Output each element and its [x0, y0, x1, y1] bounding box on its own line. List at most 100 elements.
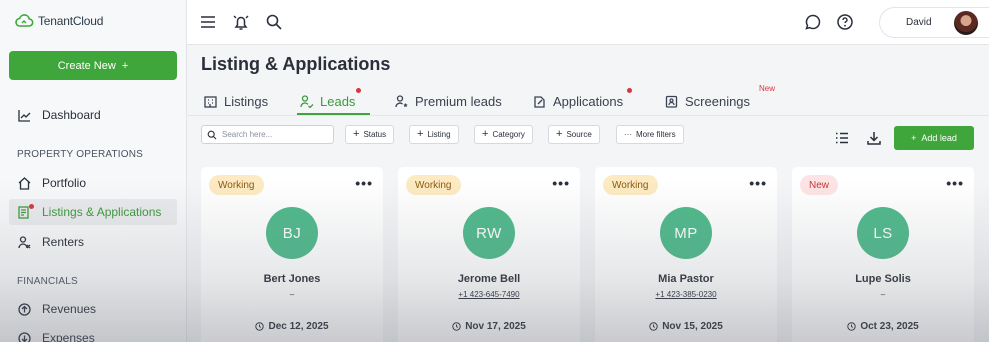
menu-icon[interactable]: [198, 12, 218, 32]
lead-name: Mia Pastor: [658, 273, 714, 285]
lead-phone-link[interactable]: +1 423-645-7490: [458, 290, 519, 299]
tab-label: Listings: [224, 93, 269, 109]
chart-line-icon: [17, 108, 32, 123]
sidebar-item-listings[interactable]: Listings & Applications: [9, 199, 177, 225]
section-title-property: PROPERTY OPERATIONS: [17, 149, 144, 160]
application-icon: [534, 95, 545, 108]
section-title-financials: FINANCIALS: [17, 276, 78, 287]
renters-icon: [17, 235, 32, 250]
more-options-icon[interactable]: •••: [552, 176, 570, 190]
sidebar-item-label: Portfolio: [42, 176, 87, 190]
sidebar-item-label: Listings & Applications: [42, 205, 162, 219]
logo-text: TenantCloud: [38, 14, 104, 28]
sidebar-item-label: Revenues: [42, 302, 97, 316]
sidebar-item-revenues[interactable]: Revenues: [9, 296, 177, 322]
lead-avatar: BJ: [266, 207, 318, 259]
search-field[interactable]: [201, 125, 334, 144]
bell-icon[interactable]: [231, 12, 251, 32]
chat-icon[interactable]: [803, 12, 823, 32]
page-title: Listing & Applications: [201, 54, 391, 74]
plus-icon: +: [482, 128, 489, 140]
person-star-icon: [395, 94, 408, 107]
sidebar-item-renters[interactable]: Renters: [9, 229, 177, 255]
leads-notification-dot: [356, 88, 361, 93]
listing-filter-button[interactable]: + Listing: [409, 125, 459, 144]
more-options-icon[interactable]: •••: [355, 176, 373, 190]
filter-label: More filters: [636, 130, 676, 139]
lead-phone-value: –: [880, 290, 886, 299]
lead-date-value: Oct 23, 2025: [860, 321, 919, 332]
tenantcloud-logo[interactable]: TenantCloud: [14, 13, 103, 29]
lead-phone: –: [792, 290, 974, 299]
filter-label: Listing: [427, 130, 451, 139]
status-badge: Working: [209, 175, 264, 195]
tab-label: Premium leads: [415, 93, 502, 109]
filter-label: Status: [363, 130, 387, 139]
add-lead-button[interactable]: + Add lead: [894, 126, 974, 150]
more-filters-button[interactable]: ··· More filters: [616, 125, 684, 144]
lead-card[interactable]: New ••• LS Lupe Solis – Oct 23, 2025: [792, 167, 974, 342]
more-options-icon[interactable]: •••: [946, 176, 964, 190]
sidebar-item-dashboard[interactable]: Dashboard: [9, 102, 177, 128]
tab-premium-leads[interactable]: Premium leads: [394, 88, 502, 114]
clock-icon: [847, 322, 857, 331]
lead-avatar: RW: [463, 207, 515, 259]
lead-card[interactable]: Working ••• RW Jerome Bell +1 423-645-74…: [398, 167, 580, 342]
tab-leads[interactable]: Leads: [299, 88, 355, 114]
lead-date: Nov 15, 2025: [595, 321, 777, 332]
avatar[interactable]: [954, 11, 978, 35]
sidebar-item-label: Expenses: [42, 331, 95, 342]
tab-listings[interactable]: Listings: [203, 88, 268, 114]
add-lead-label: Add lead: [921, 133, 957, 143]
more-options-icon[interactable]: •••: [749, 176, 767, 190]
more-dots-icon: ···: [624, 130, 632, 139]
plus-icon: +: [121, 59, 129, 72]
filter-label: Category: [492, 130, 525, 139]
lead-date-value: Nov 15, 2025: [662, 321, 723, 332]
lead-date: Nov 17, 2025: [398, 321, 580, 332]
search-icon: [207, 130, 217, 139]
sidebar-item-label: Renters: [42, 235, 85, 249]
plus-icon: +: [353, 128, 360, 140]
lead-date-value: Nov 17, 2025: [465, 321, 526, 332]
create-new-button[interactable]: Create New +: [9, 51, 177, 80]
lead-phone-link[interactable]: +1 423-385-0230: [655, 290, 716, 299]
arrow-up-circle-icon: [17, 302, 32, 317]
lead-name: Jerome Bell: [457, 273, 521, 285]
filter-label: Source: [566, 130, 592, 139]
tab-applications[interactable]: Applications: [532, 88, 623, 114]
cloud-icon: [15, 14, 34, 27]
download-icon[interactable]: [865, 129, 883, 147]
lead-card[interactable]: Working ••• MP Mia Pastor +1 423-385-023…: [595, 167, 777, 342]
tab-label: Applications: [553, 93, 624, 109]
lead-phone-value: –: [289, 290, 295, 299]
tab-label: Leads: [320, 93, 356, 109]
status-filter-button[interactable]: + Status: [345, 125, 395, 144]
sidebar: TenantCloud Create New + Dashboard PROPE…: [0, 0, 187, 342]
person-check-icon: [300, 94, 314, 108]
category-filter-button[interactable]: + Category: [474, 125, 533, 144]
lead-phone: +1 423-645-7490: [398, 290, 580, 299]
sidebar-item-portfolio[interactable]: Portfolio: [9, 170, 177, 196]
status-badge: New: [800, 175, 839, 195]
tab-screenings[interactable]: Screenings: [664, 88, 750, 114]
new-badge: New: [759, 84, 776, 93]
clock-icon: [452, 322, 461, 331]
sidebar-item-expenses[interactable]: Expenses: [9, 325, 177, 342]
lead-date-value: Dec 12, 2025: [268, 321, 329, 332]
help-icon[interactable]: [835, 12, 855, 32]
list-view-icon[interactable]: [833, 129, 851, 147]
search-input[interactable]: [222, 130, 332, 139]
lead-name: Lupe Solis: [855, 273, 911, 285]
top-bar: David: [187, 0, 989, 45]
sidebar-item-label: Dashboard: [42, 108, 101, 122]
screening-icon: [665, 95, 678, 108]
listing-icon: [17, 203, 34, 220]
lead-date: Dec 12, 2025: [201, 321, 383, 332]
source-filter-button[interactable]: + Source: [548, 125, 600, 144]
lead-phone: +1 423-385-0230: [595, 290, 777, 299]
lead-date: Oct 23, 2025: [792, 321, 974, 332]
lead-card[interactable]: Working ••• BJ Bert Jones – Dec 12, 2025: [201, 167, 383, 342]
building-icon: [204, 95, 217, 108]
search-icon[interactable]: [264, 12, 284, 32]
